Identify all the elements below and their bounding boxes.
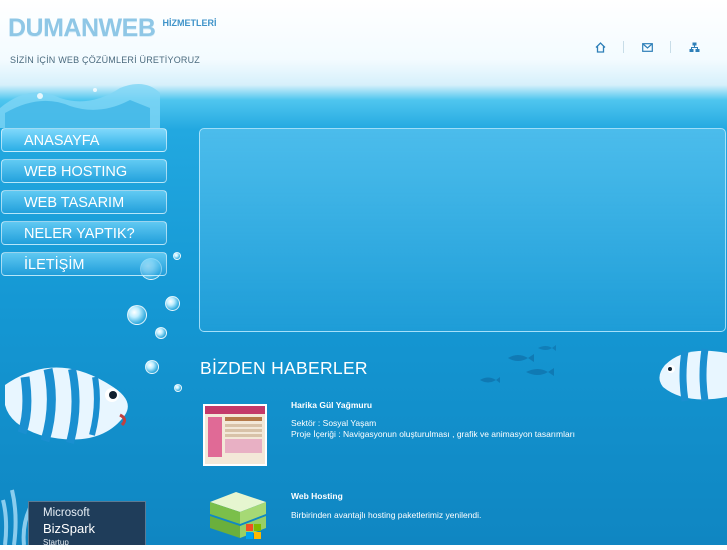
home-icon[interactable] <box>593 40 607 54</box>
news-headline[interactable]: Web Hosting <box>291 491 343 501</box>
mail-icon[interactable] <box>640 40 654 54</box>
bubble-decoration <box>155 327 167 339</box>
nav-item-web-tasarim[interactable]: WEB TASARIM <box>1 190 167 214</box>
bizspark-line1: Microsoft <box>43 507 90 519</box>
bizspark-line2: BizSpark <box>43 521 96 536</box>
fish-illustration <box>5 367 128 445</box>
bizspark-line3: Startup <box>43 538 69 547</box>
main-navigation: ANASAYFA WEB HOSTING WEB TASARIM NELER Y… <box>1 128 167 283</box>
site-slogan: SİZİN İÇİN WEB ÇÖZÜMLERİ ÜRETİYORUZ <box>10 55 201 65</box>
news-detail: Proje İçeriği : Navigasyonun oluşturulma… <box>291 429 575 439</box>
nav-item-iletisim[interactable]: İLETİŞİM <box>1 252 167 276</box>
bubble-decoration <box>174 384 182 392</box>
sitemap-icon[interactable] <box>687 40 701 54</box>
logo-sub-text: HİZMETLERİ <box>162 18 217 28</box>
bubble-decoration <box>165 296 180 311</box>
news-detail: Birbirinden avantajlı hosting paketlerim… <box>291 510 482 520</box>
banner-panel <box>199 128 726 332</box>
fish-illustration <box>659 348 727 402</box>
logo-main-text: DUMANWEB <box>8 14 156 42</box>
website-thumbnail[interactable] <box>203 404 267 466</box>
water-splash-decoration <box>0 84 160 128</box>
news-section-title: BİZDEN HABERLER <box>200 358 368 378</box>
top-icon-bar <box>577 40 717 54</box>
bubble-decoration <box>173 252 181 260</box>
nav-item-web-hosting[interactable]: WEB HOSTING <box>1 159 167 183</box>
bizspark-badge[interactable]: Microsoft BizSpark Startup <box>28 501 146 547</box>
news-headline[interactable]: Harika Gül Yağmuru <box>291 400 372 410</box>
nav-item-neler-yaptik[interactable]: NELER YAPTIK? <box>1 221 167 245</box>
divider <box>670 41 671 53</box>
nav-item-anasayfa[interactable]: ANASAYFA <box>1 128 167 152</box>
news-detail: Sektör : Sosyal Yaşam <box>291 418 377 428</box>
bubble-decoration <box>145 360 159 374</box>
site-logo[interactable]: DUMANWEB HİZMETLERİ <box>8 14 216 43</box>
server-stack-icon[interactable] <box>206 488 270 550</box>
bubble-decoration <box>127 305 147 325</box>
fish-school-decoration <box>480 345 556 383</box>
divider <box>623 41 624 53</box>
